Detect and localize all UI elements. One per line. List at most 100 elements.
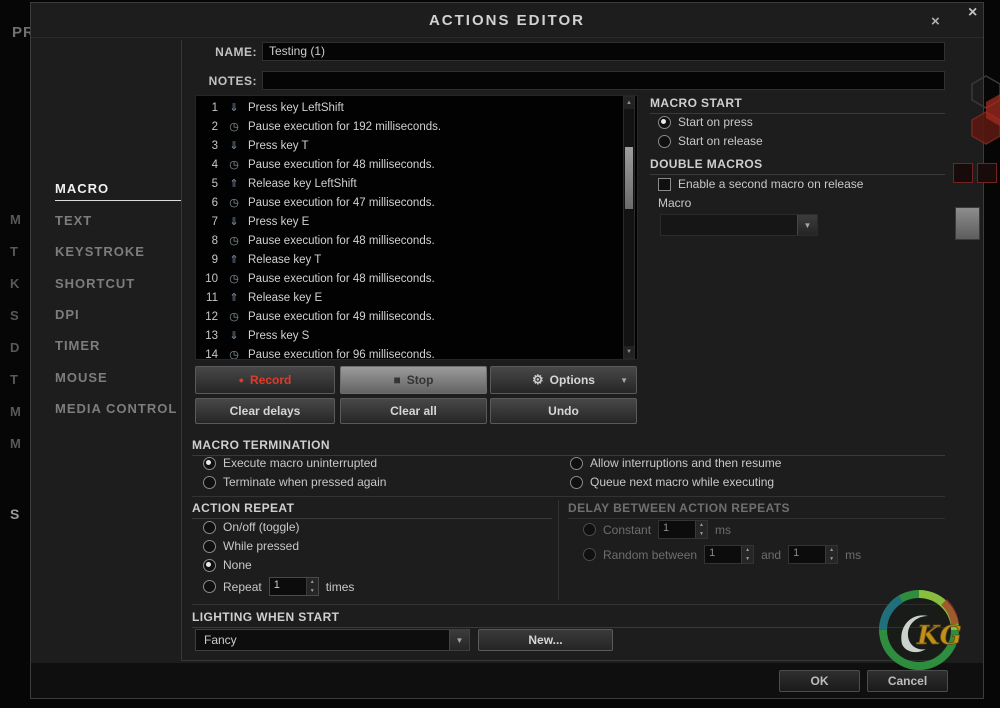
repeat-count-stepper[interactable]: 1 ▲▼ <box>269 577 319 596</box>
ok-button[interactable]: OK <box>779 670 860 692</box>
scrollbar-thumb[interactable] <box>625 147 633 209</box>
gear-icon: ⚙ <box>532 372 544 388</box>
action-text: Release key E <box>248 292 322 304</box>
action-row[interactable]: 10◷Pause execution for 48 milliseconds. <box>196 269 637 288</box>
sidebar-item-macro[interactable]: MACRO <box>55 181 180 196</box>
stepper-down-icon[interactable]: ▼ <box>826 555 837 564</box>
stepper-down-icon[interactable]: ▼ <box>307 587 318 596</box>
stepper-down-icon[interactable]: ▼ <box>696 530 707 539</box>
action-row[interactable]: 12◷Pause execution for 49 milliseconds. <box>196 307 637 326</box>
stepper-up-icon[interactable]: ▲ <box>307 578 318 587</box>
radio-label: None <box>223 558 252 572</box>
action-row[interactable]: 2◷Pause execution for 192 milliseconds. <box>196 117 637 136</box>
options-button[interactable]: ⚙ Options ▼ <box>490 366 637 394</box>
stepper-value[interactable]: 1 <box>705 546 741 563</box>
stepper-up-icon[interactable]: ▲ <box>826 546 837 555</box>
action-row[interactable]: 4◷Pause execution for 48 milliseconds. <box>196 155 637 174</box>
screen: PR M T K S D T M M S × ACTIONS EDITOR × … <box>0 0 1000 708</box>
radio-terminate-when-pressed[interactable]: Terminate when pressed again <box>203 475 386 489</box>
notes-input[interactable] <box>262 71 945 90</box>
release-key-icon: ⇑ <box>227 253 241 266</box>
stepper-down-icon[interactable]: ▼ <box>742 555 753 564</box>
sidebar-item-text[interactable]: TEXT <box>55 213 180 228</box>
undo-button[interactable]: Undo <box>490 398 637 424</box>
sidebar-item-media-control[interactable]: MEDIA CONTROL <box>55 401 180 416</box>
action-row[interactable]: 13⇓Press key S <box>196 326 637 345</box>
radio-start-on-release[interactable]: Start on release <box>658 134 763 148</box>
stepper-value[interactable]: 1 <box>270 578 306 595</box>
action-row[interactable]: 7⇓Press key E <box>196 212 637 231</box>
radio-onoff-toggle[interactable]: On/off (toggle) <box>203 520 300 534</box>
action-row[interactable]: 8◷Pause execution for 48 milliseconds. <box>196 231 637 250</box>
sidebar-item-shortcut[interactable]: SHORTCUT <box>55 276 180 291</box>
new-lighting-button[interactable]: New... <box>478 629 613 651</box>
radio-while-pressed[interactable]: While pressed <box>203 539 299 553</box>
dialog-close-icon[interactable]: × <box>931 13 940 30</box>
name-input[interactable]: Testing (1) <box>262 42 945 61</box>
chevron-down-icon[interactable]: ▼ <box>449 630 469 650</box>
background-text: M <box>10 436 22 451</box>
action-row[interactable]: 11⇑Release key E <box>196 288 637 307</box>
action-row[interactable]: 9⇑Release key T <box>196 250 637 269</box>
action-text: Pause execution for 49 milliseconds. <box>248 311 435 323</box>
radio-icon <box>658 135 671 148</box>
scroll-up-icon[interactable]: ▲ <box>624 97 634 109</box>
stepper-up-icon[interactable]: ▲ <box>696 521 707 530</box>
background-button[interactable] <box>953 163 973 183</box>
action-row[interactable]: 1⇓Press key LeftShift <box>196 98 637 117</box>
radio-start-on-press[interactable]: Start on press <box>658 115 753 129</box>
radio-allow-interruptions[interactable]: Allow interruptions and then resume <box>570 456 781 470</box>
constant-delay-stepper[interactable]: 1 ▲▼ <box>658 520 708 539</box>
action-row[interactable]: 3⇓Press key T <box>196 136 637 155</box>
stop-button[interactable]: ■ Stop <box>340 366 487 394</box>
radio-none[interactable]: None <box>203 558 252 572</box>
checkbox-second-macro[interactable]: Enable a second macro on release <box>658 177 863 191</box>
radio-queue-next-macro[interactable]: Queue next macro while executing <box>570 475 774 489</box>
scroll-down-icon[interactable]: ▼ <box>624 346 634 358</box>
sidebar-item-keystroke[interactable]: KEYSTROKE <box>55 244 180 259</box>
action-row[interactable]: 14◷Pause execution for 96 milliseconds. <box>196 345 637 360</box>
radio-icon <box>583 523 596 536</box>
pause-icon: ◷ <box>227 196 241 209</box>
background-button[interactable] <box>977 163 997 183</box>
action-number: 7 <box>200 216 218 228</box>
radio-label: Repeat <box>223 580 262 594</box>
chevron-down-icon[interactable]: ▼ <box>797 215 817 235</box>
radio-label: Start on press <box>678 115 753 129</box>
stepper-up-icon[interactable]: ▲ <box>742 546 753 555</box>
action-text: Press key E <box>248 216 309 228</box>
section-divider <box>192 496 945 497</box>
background-scrollbar-thumb[interactable] <box>955 207 980 240</box>
cancel-button[interactable]: Cancel <box>867 670 948 692</box>
radio-icon <box>203 540 216 553</box>
random-min-stepper[interactable]: 1 ▲▼ <box>704 545 754 564</box>
clear-all-button[interactable]: Clear all <box>340 398 487 424</box>
action-text: Release key LeftShift <box>248 178 357 190</box>
sidebar-item-dpi[interactable]: DPI <box>55 307 180 322</box>
sidebar-item-mouse[interactable]: MOUSE <box>55 370 180 385</box>
radio-constant-delay[interactable]: Constant 1 ▲▼ ms <box>583 520 731 539</box>
action-number: 10 <box>200 273 218 285</box>
action-row[interactable]: 5⇑Release key LeftShift <box>196 174 637 193</box>
action-text: Pause execution for 96 milliseconds. <box>248 349 435 361</box>
pause-icon: ◷ <box>227 120 241 133</box>
macro-action-list[interactable]: 1⇓Press key LeftShift 2◷Pause execution … <box>195 95 638 360</box>
radio-label: Random between <box>603 548 697 562</box>
radio-random-delay[interactable]: Random between 1 ▲▼ and 1 ▲▼ ms <box>583 545 861 564</box>
release-key-icon: ⇑ <box>227 177 241 190</box>
sidebar-item-timer[interactable]: TIMER <box>55 338 180 353</box>
lighting-header: LIGHTING WHEN START <box>192 610 945 628</box>
radio-label: While pressed <box>223 539 299 553</box>
title-divider <box>31 37 983 38</box>
stepper-value[interactable]: 1 <box>659 521 695 538</box>
lighting-dropdown[interactable]: Fancy ▼ <box>195 629 470 651</box>
stepper-value[interactable]: 1 <box>789 546 825 563</box>
list-scrollbar[interactable]: ▲ ▼ <box>623 96 635 359</box>
record-button[interactable]: ● Record <box>195 366 335 394</box>
action-row[interactable]: 6◷Pause execution for 47 milliseconds. <box>196 193 637 212</box>
radio-repeat-times[interactable]: Repeat 1 ▲▼ times <box>203 577 354 596</box>
radio-execute-uninterrupted[interactable]: Execute macro uninterrupted <box>203 456 377 470</box>
second-macro-dropdown[interactable]: ▼ <box>660 214 818 236</box>
random-max-stepper[interactable]: 1 ▲▼ <box>788 545 838 564</box>
clear-delays-button[interactable]: Clear delays <box>195 398 335 424</box>
